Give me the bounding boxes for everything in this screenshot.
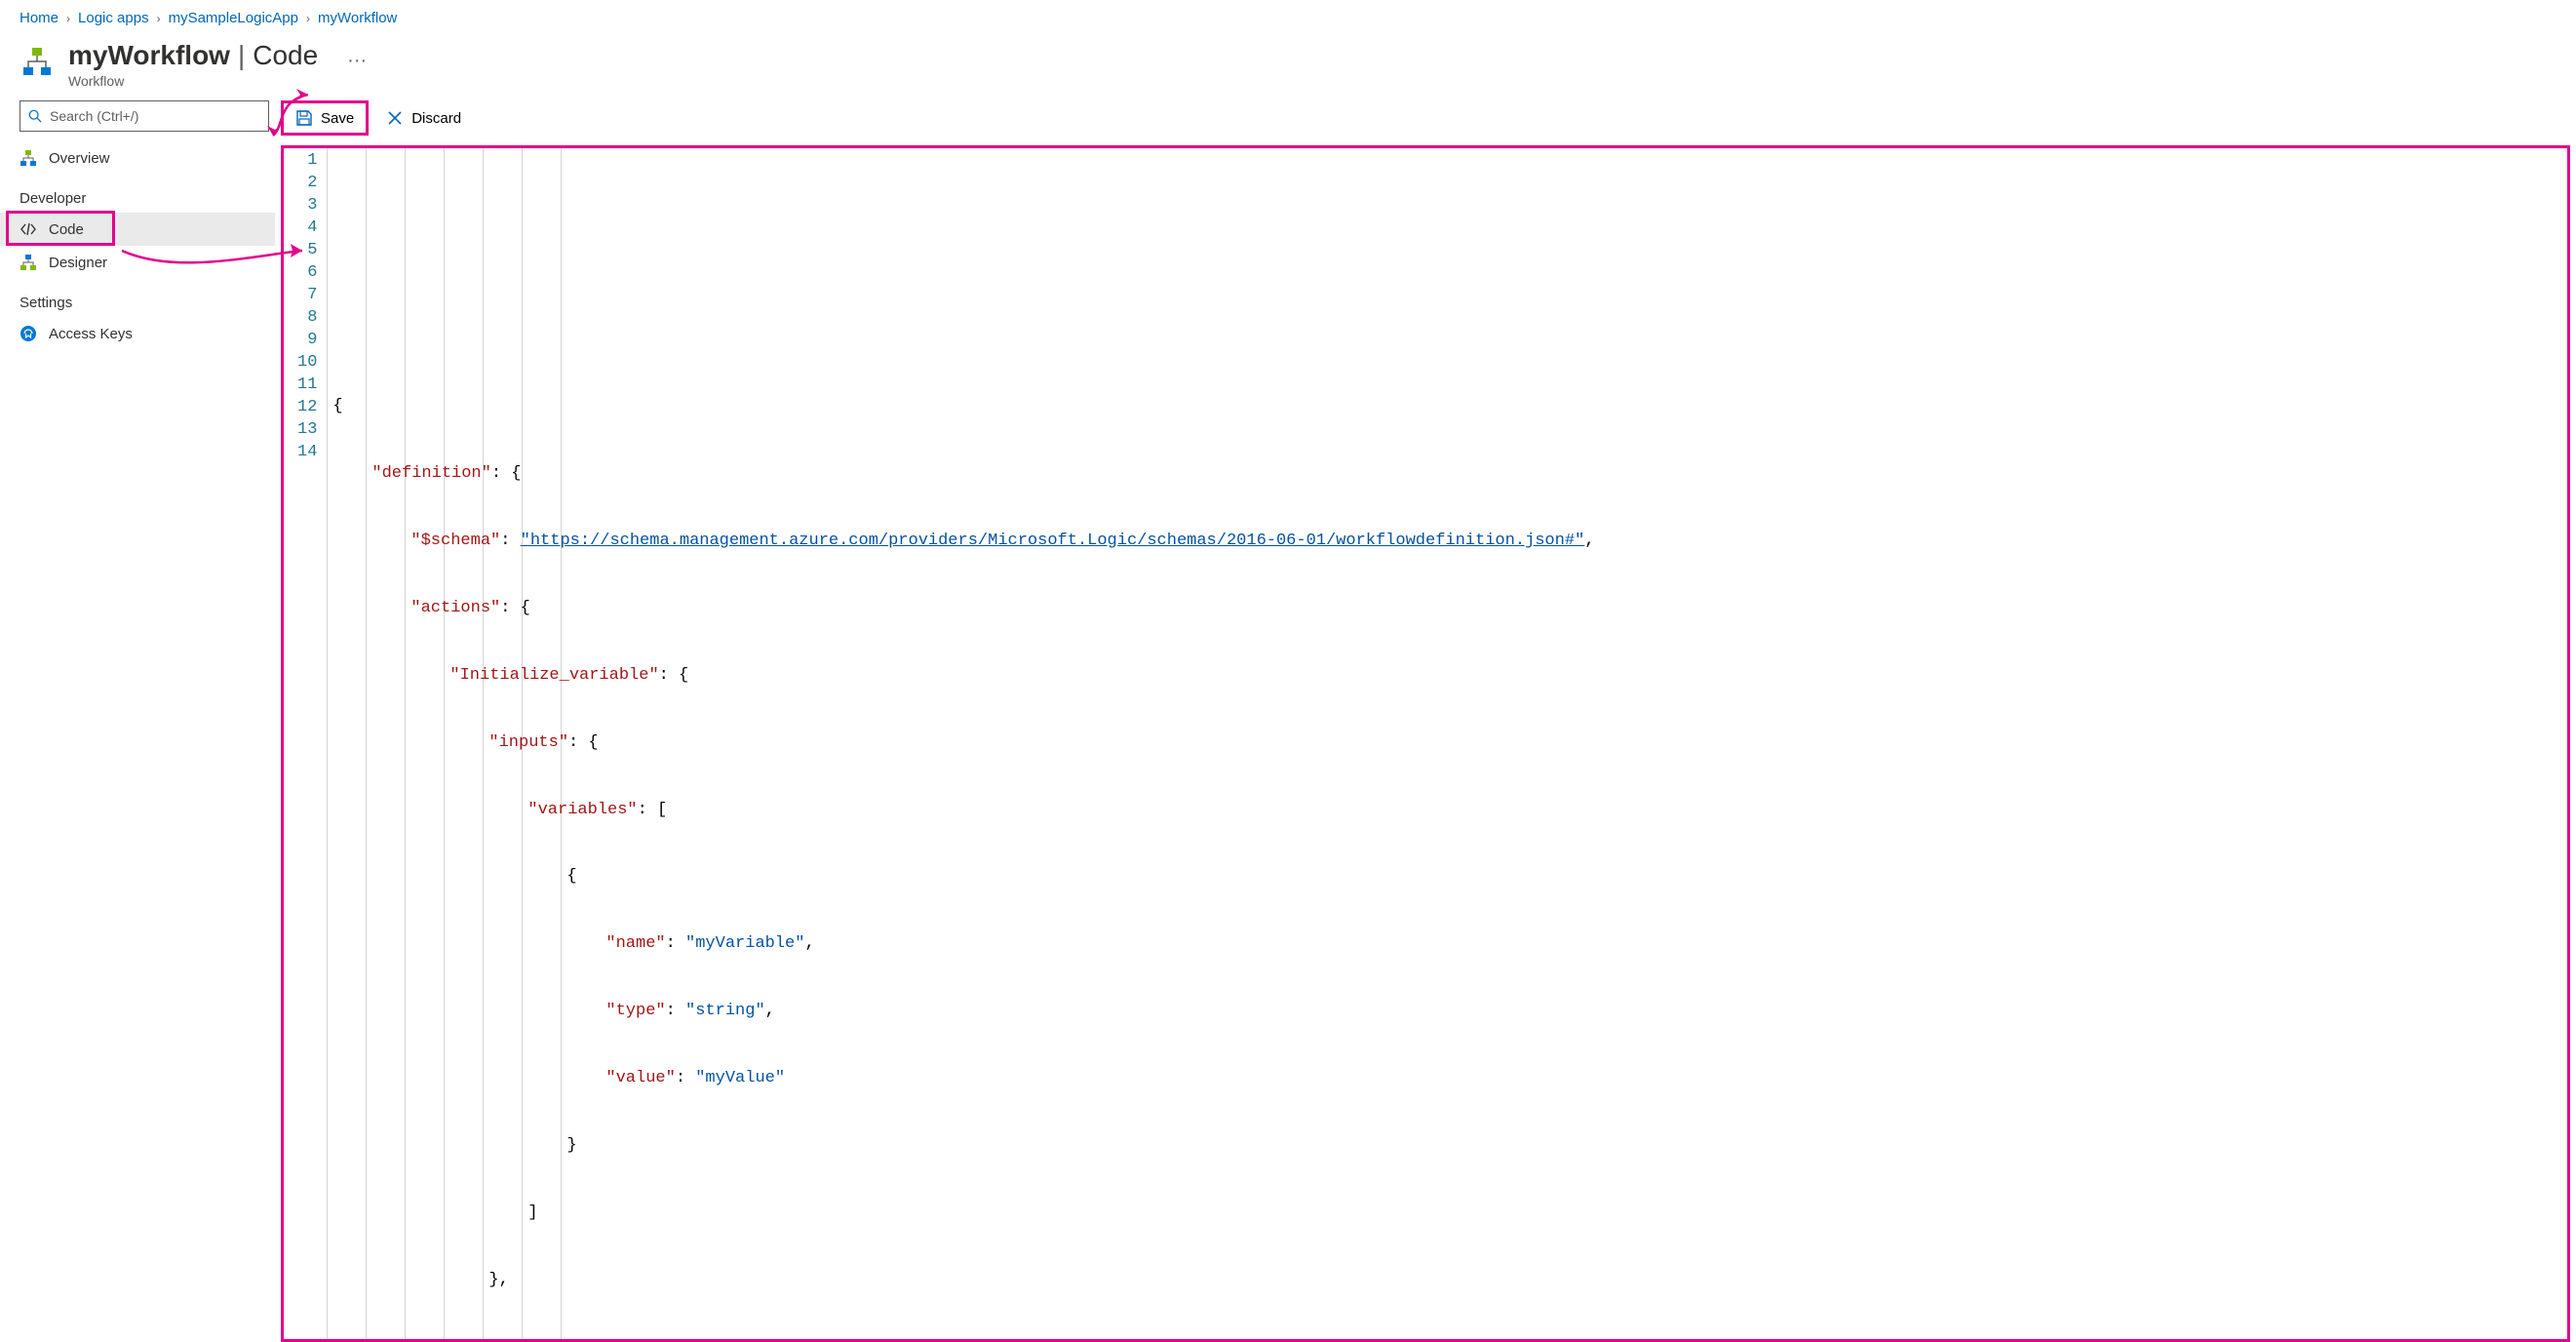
code-line: "actions": { xyxy=(327,598,2567,620)
code-line: "value": "myValue" xyxy=(327,1068,2567,1090)
workflow-icon xyxy=(20,46,55,81)
title-workflow-name: myWorkflow xyxy=(68,40,230,71)
workflow-icon xyxy=(20,149,37,167)
code-line: ] xyxy=(327,1203,2567,1225)
save-icon xyxy=(295,109,313,127)
sidebar-item-access-keys[interactable]: Access Keys xyxy=(0,317,275,350)
code-line: "name": "myVariable", xyxy=(327,933,2567,956)
search-placeholder: Search (Ctrl+/) xyxy=(50,108,138,124)
code-line: "definition": { xyxy=(327,463,2567,486)
discard-button[interactable]: Discard xyxy=(374,103,473,133)
code-line: "$schema": "https://schema.management.az… xyxy=(327,531,2567,553)
search-input[interactable]: Search (Ctrl+/) xyxy=(20,100,269,132)
sidebar-item-designer[interactable]: Designer xyxy=(0,246,275,279)
line-number-gutter: 1 2 3 4 5 6 7 8 9 10 11 12 13 14 xyxy=(284,148,327,1339)
line-number: 11 xyxy=(297,375,317,397)
code-line: "variables": [ xyxy=(327,800,2567,822)
code-content[interactable]: { "definition": { "$schema": "https://sc… xyxy=(327,148,2567,1339)
breadcrumb-home[interactable]: Home xyxy=(20,10,59,26)
code-line: "Initialize_variable": { xyxy=(327,665,2567,688)
code-icon xyxy=(20,220,37,238)
chevron-right-icon: › xyxy=(157,12,161,25)
page-header: myWorkflow | Code Workflow ··· xyxy=(0,30,2576,95)
code-line: { xyxy=(327,866,2567,888)
save-button-label: Save xyxy=(321,110,354,127)
code-line: { xyxy=(327,396,2567,418)
more-actions-icon[interactable]: ··· xyxy=(347,50,367,72)
page-title: myWorkflow | Code xyxy=(68,40,318,71)
designer-icon xyxy=(20,254,37,271)
code-line: "inputs": { xyxy=(327,732,2567,755)
keys-icon xyxy=(20,325,37,342)
line-number: 3 xyxy=(297,195,317,217)
sidebar-item-label: Code xyxy=(49,221,84,238)
sidebar-section-settings: Settings xyxy=(0,279,275,317)
sidebar-item-label: Designer xyxy=(49,255,107,271)
sidebar-section-developer: Developer xyxy=(0,175,275,213)
search-icon xyxy=(28,109,42,123)
line-number: 14 xyxy=(297,442,317,464)
code-editor[interactable]: 1 2 3 4 5 6 7 8 9 10 11 12 13 14 xyxy=(281,145,2570,1342)
chevron-right-icon: › xyxy=(306,12,310,25)
line-number: 7 xyxy=(297,285,317,307)
main-content: Save Discard 1 2 3 4 5 6 7 8 9 10 11 12 xyxy=(275,95,2576,1342)
line-number: 12 xyxy=(297,397,317,419)
discard-button-label: Discard xyxy=(411,110,461,127)
sidebar-item-code[interactable]: Code xyxy=(0,213,275,246)
line-number: 10 xyxy=(297,352,317,375)
line-number: 8 xyxy=(297,307,317,330)
code-line: } xyxy=(327,1135,2567,1158)
code-line: }, xyxy=(327,1270,2567,1292)
line-number: 5 xyxy=(297,240,317,262)
line-number: 6 xyxy=(297,262,317,285)
sidebar: Search (Ctrl+/) Overview Developer Code xyxy=(0,95,275,1342)
code-line: "type": "string", xyxy=(327,1001,2567,1023)
line-number: 1 xyxy=(297,150,317,173)
line-number: 2 xyxy=(297,173,317,195)
line-number: 4 xyxy=(297,217,317,240)
title-separator: | xyxy=(238,40,245,71)
title-section: Code xyxy=(253,40,318,71)
page-subtitle: Workflow xyxy=(68,73,318,89)
sidebar-item-overview[interactable]: Overview xyxy=(0,141,275,175)
chevron-right-icon: › xyxy=(66,12,70,25)
toolbar: Save Discard xyxy=(275,95,2576,145)
sidebar-item-label: Overview xyxy=(49,150,110,167)
line-number: 9 xyxy=(297,330,317,352)
breadcrumb-app[interactable]: mySampleLogicApp xyxy=(169,10,298,26)
close-icon xyxy=(386,109,404,127)
breadcrumb-workflow[interactable]: myWorkflow xyxy=(318,10,397,26)
save-button[interactable]: Save xyxy=(281,100,369,136)
line-number: 13 xyxy=(297,419,317,442)
breadcrumb-logic-apps[interactable]: Logic apps xyxy=(78,10,149,26)
sidebar-item-label: Access Keys xyxy=(49,326,133,342)
breadcrumb: Home › Logic apps › mySampleLogicApp › m… xyxy=(0,0,2576,30)
